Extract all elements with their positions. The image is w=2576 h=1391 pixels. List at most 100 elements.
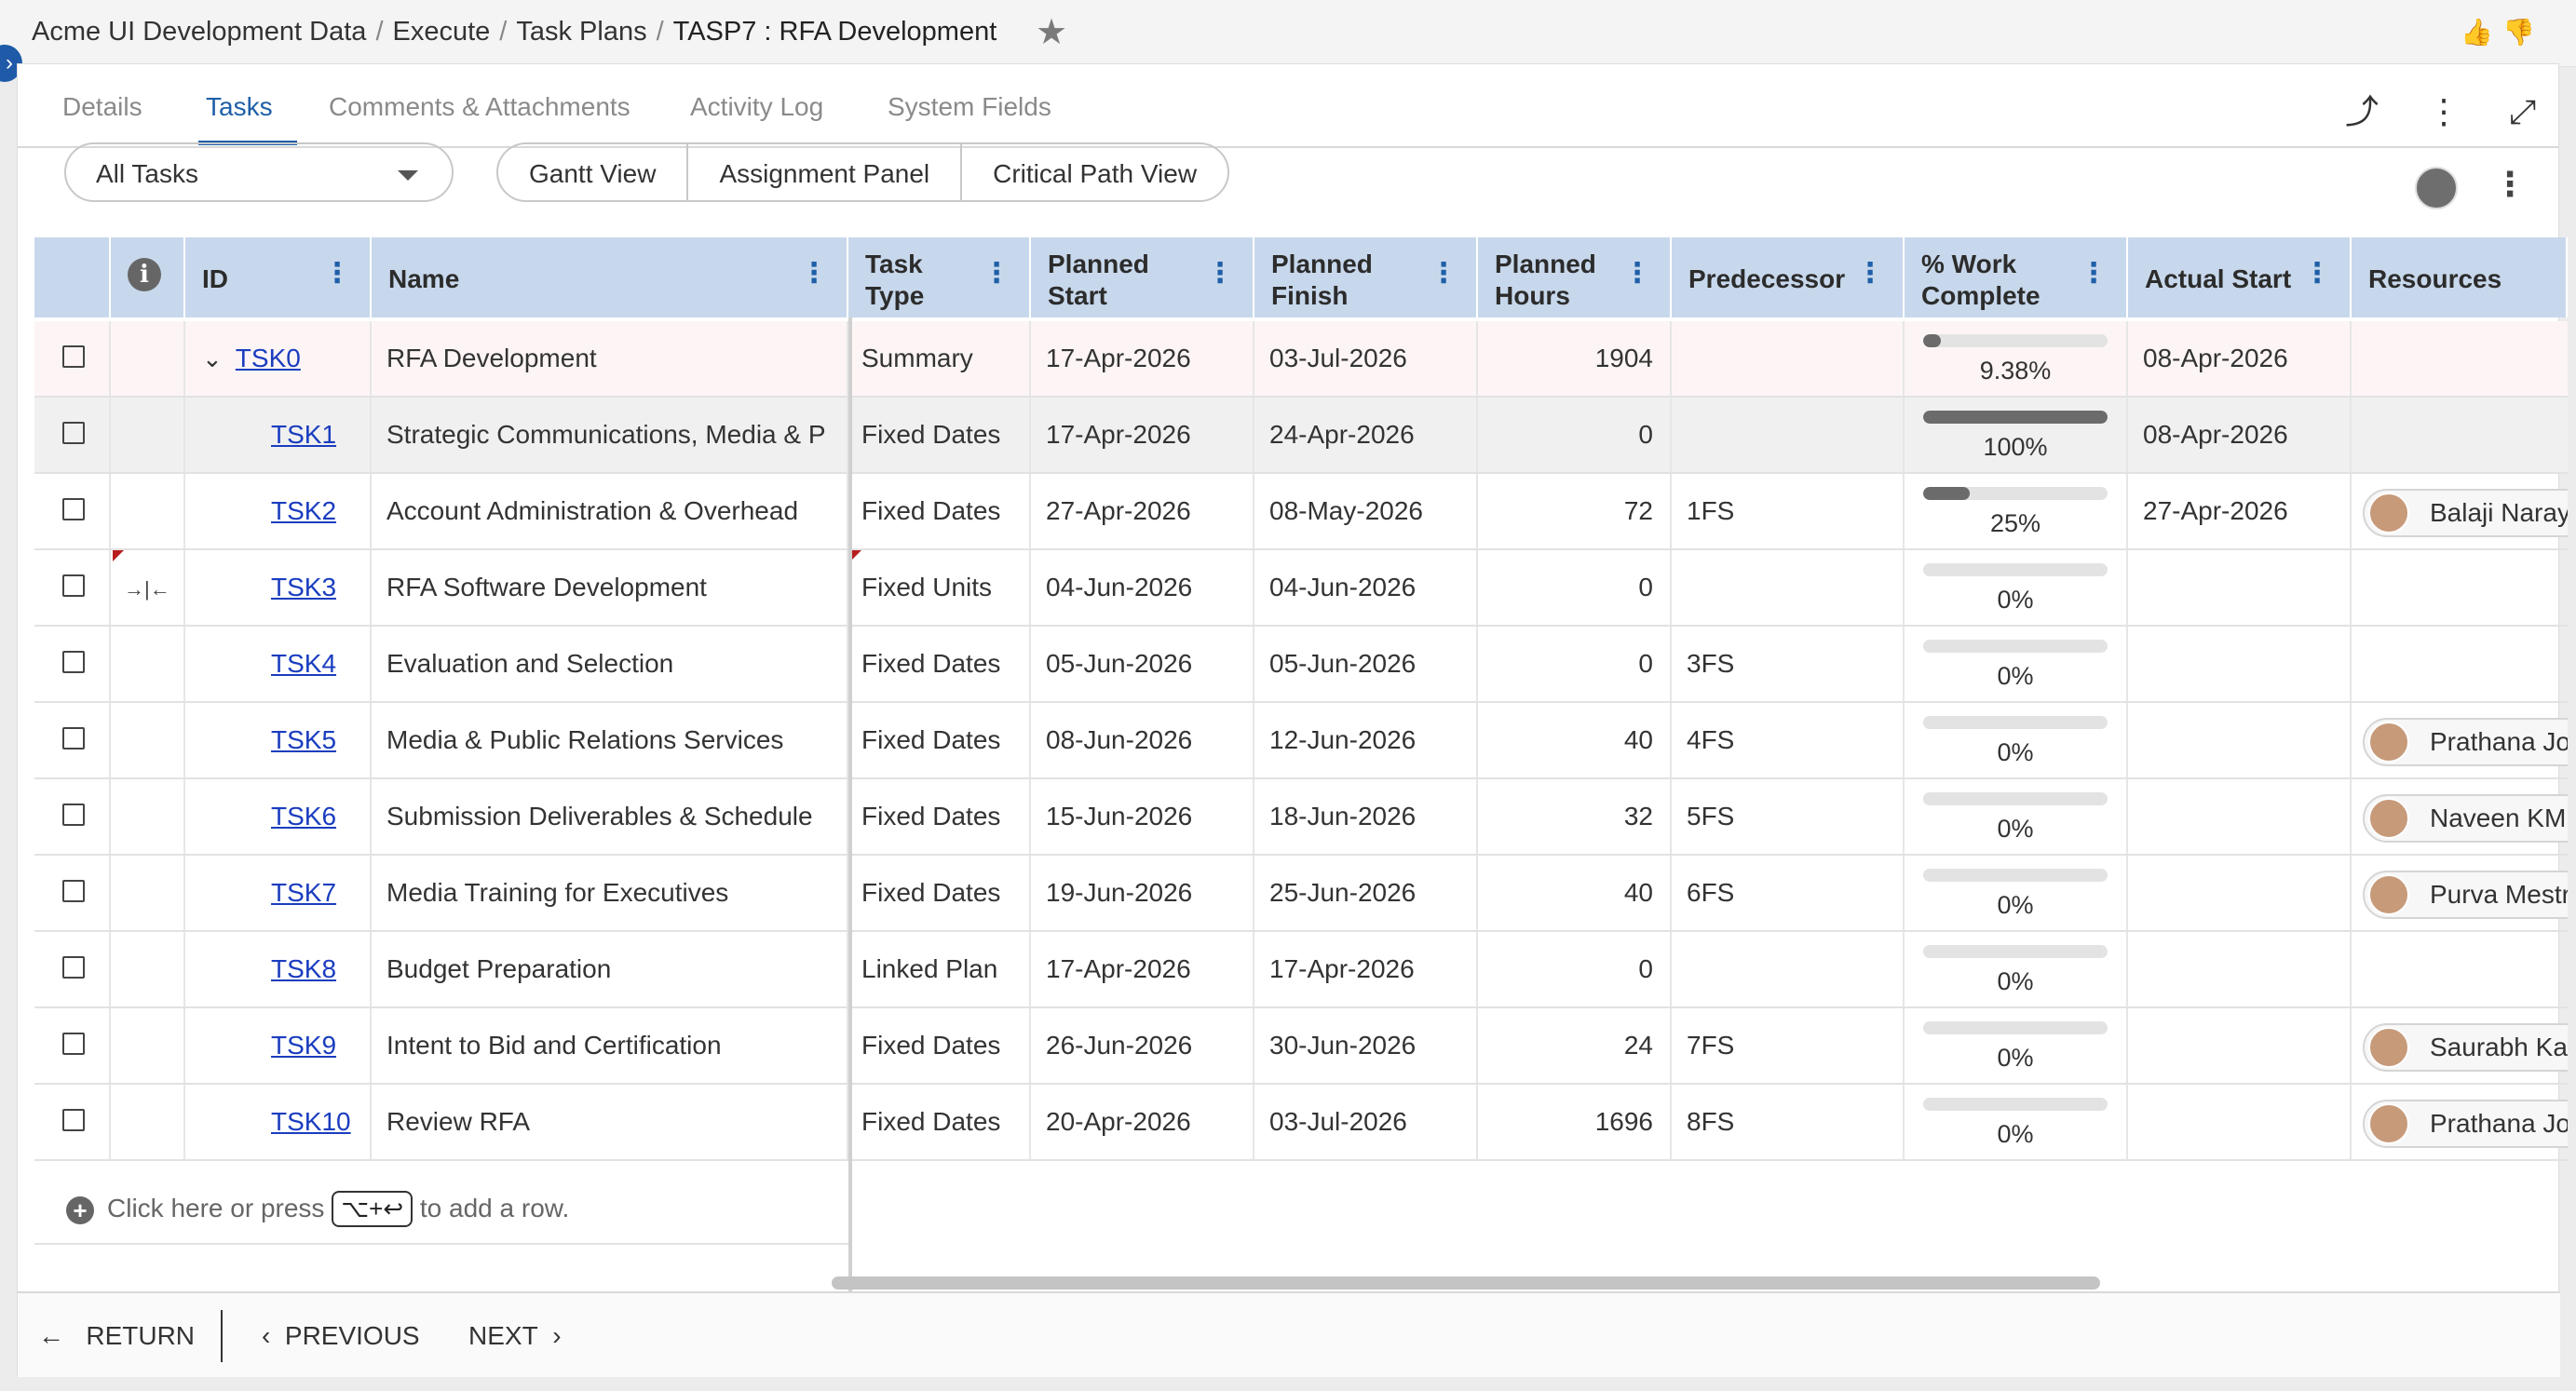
header-work-complete[interactable]: % Work Complete ⋮ xyxy=(1905,237,2128,317)
tab-bar: Details Tasks Comments & Attachments Act… xyxy=(18,64,2558,148)
horizontal-scrollbar[interactable] xyxy=(832,1276,2100,1290)
column-menu-icon[interactable]: ⋮ xyxy=(1430,258,1457,290)
gantt-view-button[interactable]: Gantt View xyxy=(498,144,689,200)
column-menu-icon[interactable]: ⋮ xyxy=(2080,258,2108,290)
tab-system-fields[interactable]: System Fields xyxy=(888,92,1051,122)
task-id-link[interactable]: TSK0 xyxy=(236,344,301,372)
header-name[interactable]: Name ⋮ xyxy=(372,237,848,317)
column-menu-icon[interactable]: ⋮ xyxy=(1856,258,1884,290)
table-row[interactable]: TSK2 Account Administration & Overhead Fix… xyxy=(34,474,2568,550)
task-id-link[interactable]: TSK8 xyxy=(271,954,336,983)
table-row[interactable]: TSK1 Strategic Communications, Media & P F… xyxy=(34,398,2568,474)
resource-chip[interactable]: Prathana Joha xyxy=(2363,718,2568,766)
task-id-link[interactable]: TSK7 xyxy=(271,878,336,907)
avatar xyxy=(2368,798,2409,839)
actual-start xyxy=(2128,932,2352,1006)
row-checkbox[interactable] xyxy=(62,422,85,444)
row-checkbox[interactable] xyxy=(62,498,85,520)
header-info: i xyxy=(111,237,185,317)
critical-path-view-button[interactable]: Critical Path View xyxy=(962,144,1227,200)
planned-hours: 24 xyxy=(1478,1008,1672,1083)
resource-chip[interactable]: Naveen KM (1 xyxy=(2363,794,2568,843)
row-checkbox[interactable] xyxy=(62,651,85,673)
planned-start: 08-Jun-2026 xyxy=(1031,703,1254,777)
table-row[interactable]: TSK9 Intent to Bid and Certification Fixed… xyxy=(34,1008,2568,1085)
share-icon[interactable]: ⤴ xyxy=(2345,92,2379,130)
table-row[interactable]: TSK4 Evaluation and Selection Fixed Dates 0… xyxy=(34,627,2568,703)
info-cell xyxy=(111,703,185,777)
table-row[interactable]: TSK10 Review RFA Fixed Dates 20-Apr-2026 03-… xyxy=(34,1085,2568,1161)
column-menu-icon[interactable]: ⋮ xyxy=(983,258,1010,290)
breadcrumb: Acme UI Development Data / Execute / Task Pl… xyxy=(32,17,997,47)
table-row[interactable]: TSK6 Submission Deliverables & Schedule Fi… xyxy=(34,779,2568,856)
column-menu-icon[interactable]: ⋮ xyxy=(2303,258,2331,290)
header-planned-finish[interactable]: Planned Finish ⋮ xyxy=(1254,237,1478,317)
header-resources[interactable]: Resources xyxy=(2352,237,2568,317)
row-checkbox[interactable] xyxy=(62,880,85,902)
favorite-star-icon[interactable]: ★ xyxy=(1036,11,1067,53)
table-row[interactable]: TSK8 Budget Preparation Linked Plan 17-Apr-… xyxy=(34,932,2568,1008)
user-avatar[interactable] xyxy=(2415,167,2458,209)
select-cell xyxy=(34,627,111,701)
task-id-link[interactable]: TSK6 xyxy=(271,802,336,831)
task-id-link[interactable]: TSK4 xyxy=(271,649,336,678)
task-id-link[interactable]: TSK1 xyxy=(271,420,336,449)
row-checkbox[interactable] xyxy=(62,1033,85,1055)
row-checkbox[interactable] xyxy=(62,574,85,597)
table-row[interactable]: ⌄ TSK0 RFA Development Summary 17-Apr-2026 03… xyxy=(34,321,2568,398)
expand-icon[interactable]: ⤢ xyxy=(2509,92,2536,130)
header-task-type[interactable]: Task Type ⋮ xyxy=(848,237,1031,317)
toolbar-more-icon[interactable]: ⋮ xyxy=(2493,165,2527,204)
collapse-chevron-icon[interactable]: ⌄ xyxy=(202,344,223,373)
chevron-left-icon: ‹ xyxy=(262,1321,271,1350)
next-button[interactable]: NEXT › xyxy=(468,1321,562,1351)
return-button[interactable]: ← RETURN xyxy=(38,1321,195,1351)
table-row[interactable]: →|← TSK3 RFA Software Development Fixed Uni… xyxy=(34,550,2568,627)
breadcrumb-item[interactable]: Task Plans xyxy=(516,17,646,47)
tab-details[interactable]: Details xyxy=(62,92,142,122)
more-options-icon[interactable]: ⋮ xyxy=(2427,92,2461,130)
task-id-link[interactable]: TSK2 xyxy=(271,496,336,525)
info-cell xyxy=(111,627,185,701)
resource-chip[interactable]: Prathana Joha xyxy=(2363,1100,2568,1148)
row-checkbox[interactable] xyxy=(62,345,85,368)
table-row[interactable]: TSK5 Media & Public Relations Services Fix… xyxy=(34,703,2568,779)
header-actual-start[interactable]: Actual Start ⋮ xyxy=(2128,237,2352,317)
column-menu-icon[interactable]: ⋮ xyxy=(800,258,828,290)
resource-chip[interactable]: Saurabh Kar ( xyxy=(2363,1023,2568,1072)
header-predecessor[interactable]: Predecessor ⋮ xyxy=(1672,237,1905,317)
column-menu-icon[interactable]: ⋮ xyxy=(1206,258,1234,290)
header-id[interactable]: ID ⋮ xyxy=(185,237,372,317)
previous-button[interactable]: ‹ PREVIOUS xyxy=(262,1321,420,1351)
row-checkbox[interactable] xyxy=(62,804,85,826)
breadcrumb-item[interactable]: Execute xyxy=(393,17,491,47)
task-type-value: Fixed Dates xyxy=(861,1031,1001,1060)
row-checkbox[interactable] xyxy=(62,727,85,750)
task-id-link[interactable]: TSK5 xyxy=(271,725,336,754)
planned-finish: 24-Apr-2026 xyxy=(1254,398,1478,472)
column-menu-icon[interactable]: ⋮ xyxy=(1623,258,1651,290)
resource-chip[interactable]: Purva Mestry xyxy=(2363,871,2568,919)
tab-activity-log[interactable]: Activity Log xyxy=(690,92,823,122)
table-row[interactable]: TSK7 Media Training for Executives Fixed D… xyxy=(34,856,2568,932)
tab-tasks[interactable]: Tasks xyxy=(206,92,273,122)
info-cell xyxy=(111,779,185,854)
header-predecessor-label: Predecessor xyxy=(1688,264,1846,293)
add-row-hint[interactable]: + Click here or press ⌥+↩ to add a row. xyxy=(34,1168,848,1245)
column-menu-icon[interactable]: ⋮ xyxy=(323,258,351,290)
resource-chip[interactable]: Balaji Narayan xyxy=(2363,489,2568,537)
task-id-link[interactable]: TSK10 xyxy=(271,1107,351,1136)
row-checkbox[interactable] xyxy=(62,1109,85,1131)
actual-start xyxy=(2128,856,2352,930)
breadcrumb-item[interactable]: Acme UI Development Data xyxy=(32,17,366,47)
row-checkbox[interactable] xyxy=(62,956,85,979)
header-planned-hours[interactable]: Planned Hours ⋮ xyxy=(1478,237,1672,317)
tab-comments-attachments[interactable]: Comments & Attachments xyxy=(329,92,630,122)
top-bar: Acme UI Development Data / Execute / Task Pl… xyxy=(0,0,2576,67)
task-id-link[interactable]: TSK9 xyxy=(271,1031,336,1060)
task-filter-dropdown[interactable]: All Tasks xyxy=(64,142,454,202)
feedback-thumbs-icon[interactable]: 👍👎 xyxy=(2461,17,2544,47)
header-planned-start[interactable]: Planned Start ⋮ xyxy=(1031,237,1254,317)
task-id-link[interactable]: TSK3 xyxy=(271,573,336,601)
assignment-panel-button[interactable]: Assignment Panel xyxy=(688,144,963,200)
